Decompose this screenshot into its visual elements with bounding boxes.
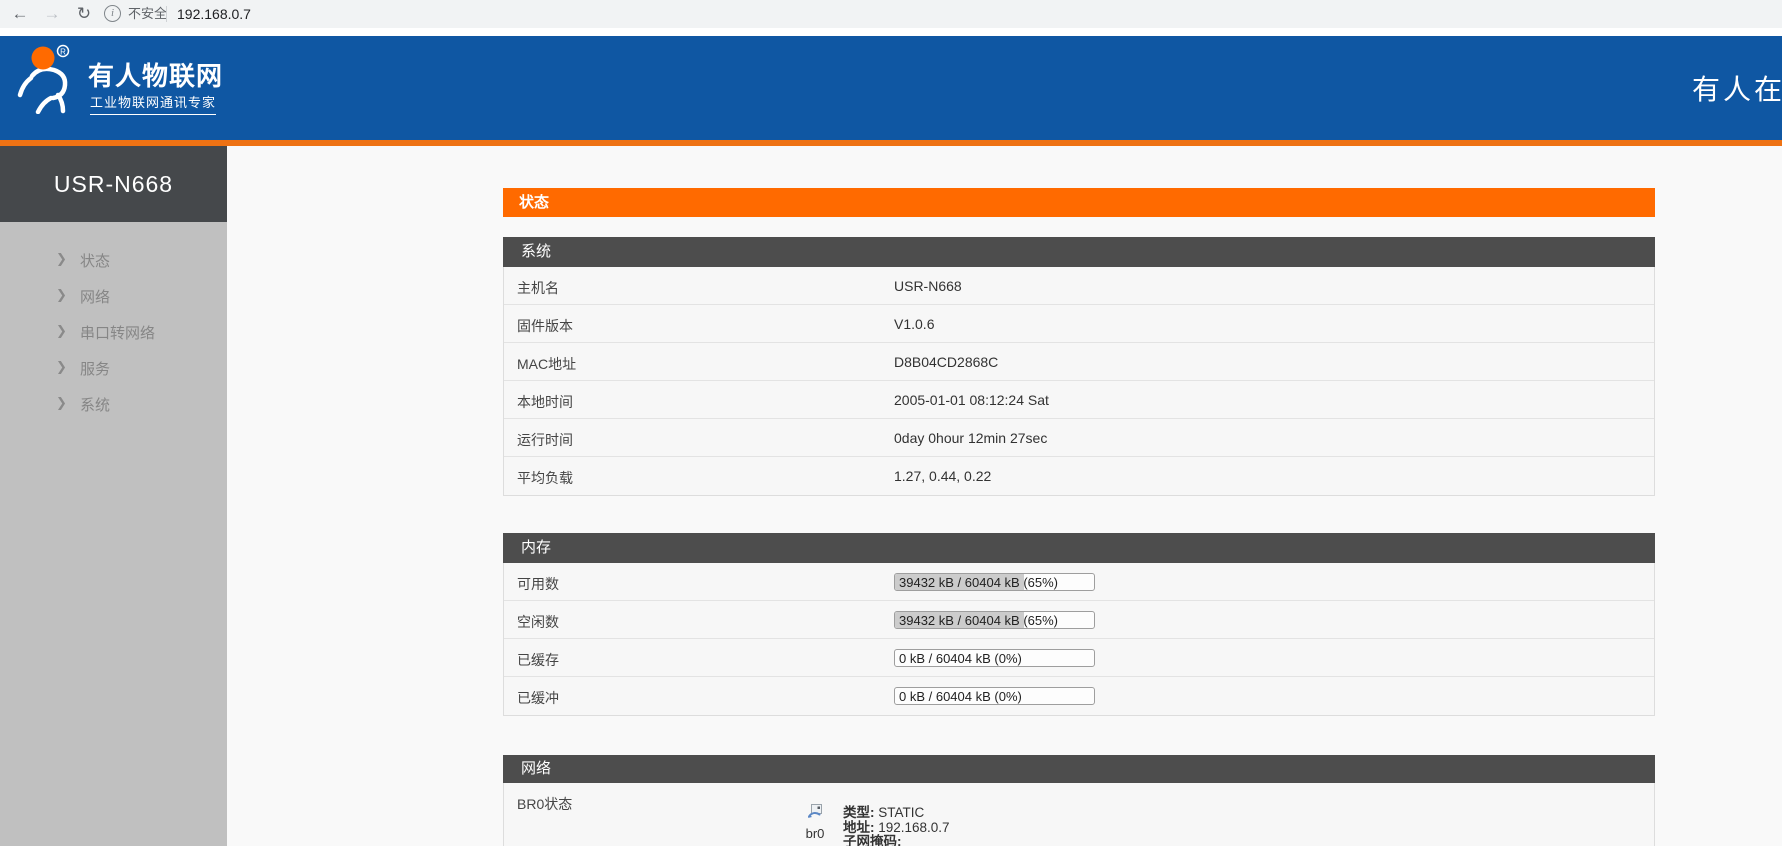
sidebar-item-services[interactable]: ❯ 服务 xyxy=(0,350,227,386)
sidebar-item-serial-to-network[interactable]: ❯ 串口转网络 xyxy=(0,314,227,350)
table-row: 可用数 39432 kB / 60404 kB (65%) xyxy=(504,563,1654,601)
row-value: D8B04CD2868C xyxy=(894,354,998,370)
info-icon[interactable]: i xyxy=(104,5,121,22)
system-table: 主机名 USR-N668 固件版本 V1.0.6 MAC地址 D8B04CD28… xyxy=(503,267,1655,496)
screen: ← → ↻ i 不安全 192.168.0.7 R 有人物联网 工业物联网通讯专… xyxy=(0,0,1782,846)
progress-text: 39432 kB / 60404 kB (65%) xyxy=(899,612,1095,629)
forward-icon[interactable]: → xyxy=(40,0,64,28)
sidebar-item-network[interactable]: ❯ 网络 xyxy=(0,278,227,314)
security-label[interactable]: 不安全 xyxy=(128,0,167,28)
memory-table: 可用数 39432 kB / 60404 kB (65%) 空闲数 39432 … xyxy=(503,563,1655,716)
sidebar-item-label: 网络 xyxy=(80,286,110,307)
memory-progress-bar: 39432 kB / 60404 kB (65%) xyxy=(894,573,1095,591)
chevron-right-icon: ❯ xyxy=(56,395,67,411)
table-row: 空闲数 39432 kB / 60404 kB (65%) xyxy=(504,601,1654,639)
interface-name: br0 xyxy=(792,826,838,841)
row-label: 已缓冲 xyxy=(517,688,559,708)
row-label: 平均负载 xyxy=(517,468,573,488)
row-label: 空闲数 xyxy=(517,612,559,632)
chevron-right-icon: ❯ xyxy=(56,251,67,267)
sidebar: USR-N668 ❯ 状态 ❯ 网络 ❯ 串口转网络 ❯ 服务 ❯ 系统 xyxy=(0,146,227,846)
sidebar-item-label: 系统 xyxy=(80,394,110,415)
address-url[interactable]: 192.168.0.7 xyxy=(177,0,251,28)
progress-text: 39432 kB / 60404 kB (65%) xyxy=(899,574,1095,591)
page-title: 状态 xyxy=(503,188,1655,217)
brand-subtitle: 工业物联网通讯专家 xyxy=(90,92,216,115)
network-table: BR0状态 br0 类型: STATIC 地址: 192.168.0.7 子网掩… xyxy=(503,783,1655,846)
header-slogan: 有人在认真做事 xyxy=(1692,68,1782,108)
table-row: BR0状态 br0 类型: STATIC 地址: 192.168.0.7 子网掩… xyxy=(504,783,1654,846)
row-label: 本地时间 xyxy=(517,392,573,412)
row-value: 2005-01-01 08:12:24 Sat xyxy=(894,392,1049,408)
row-label: BR0状态 xyxy=(517,794,572,814)
memory-progress-bar: 39432 kB / 60404 kB (65%) xyxy=(894,611,1095,629)
table-row: 固件版本 V1.0.6 xyxy=(504,305,1654,343)
sidebar-item-label: 服务 xyxy=(80,358,110,379)
section-header-network: 网络 xyxy=(503,755,1655,783)
registered-mark: R xyxy=(60,48,66,57)
row-value: 0day 0hour 12min 27sec xyxy=(894,430,1047,446)
reload-icon[interactable]: ↻ xyxy=(72,0,96,28)
row-label: 可用数 xyxy=(517,574,559,594)
progress-text: 0 kB / 60404 kB (0%) xyxy=(899,650,1095,667)
memory-progress-bar: 0 kB / 60404 kB (0%) xyxy=(894,687,1095,705)
chevron-right-icon: ❯ xyxy=(56,323,67,339)
sidebar-item-label: 串口转网络 xyxy=(80,322,155,343)
device-name: USR-N668 xyxy=(0,146,227,222)
table-row: MAC地址 D8B04CD2868C xyxy=(504,343,1654,381)
row-label: 已缓存 xyxy=(517,650,559,670)
interface-box: br0 xyxy=(792,803,838,841)
property-line: 地址: 192.168.0.7 xyxy=(843,816,950,831)
address-separator xyxy=(166,6,167,22)
network-interface-icon xyxy=(807,803,824,820)
row-value: V1.0.6 xyxy=(894,316,934,332)
row-value: 1.27, 0.44, 0.22 xyxy=(894,468,991,484)
table-row: 平均负载 1.27, 0.44, 0.22 xyxy=(504,457,1654,495)
property-line: 类型: STATIC xyxy=(843,801,950,816)
table-row: 已缓冲 0 kB / 60404 kB (0%) xyxy=(504,677,1654,715)
section-header-memory: 内存 xyxy=(503,533,1655,563)
row-label: 主机名 xyxy=(517,278,559,298)
brand-title: 有人物联网 xyxy=(88,56,223,93)
memory-progress-bar: 0 kB / 60404 kB (0%) xyxy=(894,649,1095,667)
progress-text: 0 kB / 60404 kB (0%) xyxy=(899,688,1095,705)
main-content: 状态 系统 主机名 USR-N668 固件版本 V1.0.6 MAC地址 D8B… xyxy=(503,0,1655,846)
row-value: USR-N668 xyxy=(894,278,962,294)
property-key: 子网掩码: xyxy=(843,834,902,846)
table-row: 主机名 USR-N668 xyxy=(504,267,1654,305)
chevron-right-icon: ❯ xyxy=(56,287,67,303)
row-label: 固件版本 xyxy=(517,316,573,336)
sidebar-item-label: 状态 xyxy=(80,250,110,271)
sidebar-item-status[interactable]: ❯ 状态 xyxy=(0,242,227,278)
chevron-right-icon: ❯ xyxy=(56,359,67,375)
back-icon[interactable]: ← xyxy=(8,0,32,28)
usr-logo-icon: R xyxy=(16,44,82,119)
interface-properties: 类型: STATIC 地址: 192.168.0.7 子网掩码: xyxy=(843,801,950,845)
section-header-system: 系统 xyxy=(503,237,1655,267)
sidebar-item-system[interactable]: ❯ 系统 xyxy=(0,386,227,422)
row-label: 运行时间 xyxy=(517,430,573,450)
row-label: MAC地址 xyxy=(517,354,576,374)
table-row: 运行时间 0day 0hour 12min 27sec xyxy=(504,419,1654,457)
table-row: 已缓存 0 kB / 60404 kB (0%) xyxy=(504,639,1654,677)
table-row: 本地时间 2005-01-01 08:12:24 Sat xyxy=(504,381,1654,419)
